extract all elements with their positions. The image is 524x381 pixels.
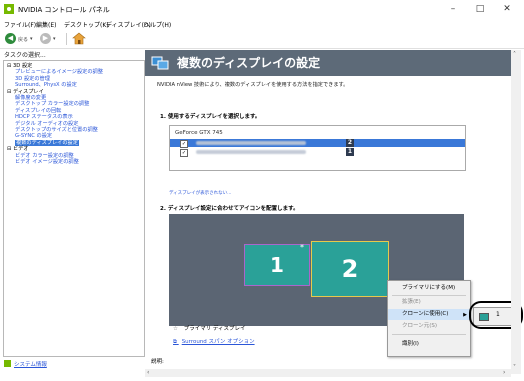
back-arrow-icon[interactable]: ◀ bbox=[5, 33, 16, 44]
forward-dropdown-icon[interactable]: ▾ bbox=[53, 36, 56, 42]
primary-display-label: プライマリ ディスプレイ bbox=[183, 326, 246, 332]
menu-desktop[interactable]: デスクトップ(K) bbox=[64, 20, 109, 29]
close-button[interactable]: ✕ bbox=[494, 2, 520, 16]
display-1-name bbox=[196, 150, 306, 154]
menu-edit[interactable]: 編集(E) bbox=[36, 20, 56, 29]
display-2-name bbox=[196, 141, 306, 145]
system-info-link[interactable]: システム情報 bbox=[14, 360, 47, 368]
toolbar-separator bbox=[66, 33, 67, 45]
primary-star: * bbox=[300, 243, 304, 252]
display-1-number: 1 bbox=[346, 148, 354, 156]
display-list: GeForce GTX 745 ✓ 2 ✓ 1 bbox=[169, 125, 466, 171]
section-select-displays: 1. 使用するディスプレイを選択します。 bbox=[160, 114, 261, 120]
vertical-scrollbar[interactable]: ˄ ˅ bbox=[511, 50, 521, 374]
page-title: 複数のディスプレイの設定 bbox=[177, 56, 321, 70]
menu-help[interactable]: ヘルプ(H) bbox=[144, 20, 171, 29]
scroll-left-icon[interactable]: ‹ bbox=[147, 369, 149, 376]
context-menu: プライマリにする(M) 拡張(E) クローンに使用(C) クローン元(S) 識別… bbox=[387, 280, 471, 357]
scroll-up-icon[interactable]: ˄ bbox=[513, 51, 516, 58]
display-row-2[interactable]: ✓ 2 bbox=[170, 139, 465, 148]
back-dropdown-icon[interactable]: ▾ bbox=[30, 36, 33, 42]
display-2-number: 2 bbox=[346, 139, 354, 147]
menu-separator bbox=[392, 334, 466, 335]
title-bar: NVIDIA コントロール パネル – □ ✕ bbox=[0, 0, 524, 18]
menu-use-clone[interactable]: クローンに使用(C) bbox=[388, 309, 470, 320]
menu-bar: ファイル(F) 編集(E) デスクトップ(K) ディスプレイ(D) ヘルプ(H) bbox=[0, 18, 524, 30]
multi-display-icon bbox=[151, 56, 169, 70]
menu-make-primary[interactable]: プライマリにする(M) bbox=[388, 283, 470, 294]
surround-options-link[interactable]: ⧉ Surround スパン オプション bbox=[173, 337, 255, 346]
primary-legend: ☆ プライマリ ディスプレイ bbox=[173, 324, 246, 332]
page-header: 複数のディスプレイの設定 bbox=[145, 50, 511, 76]
back-label[interactable]: 戻る bbox=[18, 36, 28, 43]
maximize-button[interactable]: □ bbox=[467, 2, 493, 16]
system-info-icon[interactable] bbox=[4, 360, 11, 367]
horizontal-scrollbar[interactable]: ‹ › bbox=[145, 369, 511, 377]
display-2-checkbox[interactable]: ✓ bbox=[180, 140, 188, 148]
section-arrange-icons: 2. ディスプレイ設定に合わせてアイコンを配置します。 bbox=[160, 206, 299, 212]
display-1-checkbox[interactable]: ✓ bbox=[180, 149, 188, 157]
display-row-1[interactable]: ✓ 1 bbox=[170, 148, 465, 157]
surround-link-label[interactable]: Surround スパン オプション bbox=[182, 339, 255, 345]
submenu-arrow-icon: ▶ bbox=[463, 312, 467, 318]
menu-clone-source[interactable]: クローン元(S) bbox=[388, 321, 470, 332]
surround-icon: ⧉ bbox=[173, 339, 177, 345]
star-outline-icon: ☆ bbox=[173, 326, 178, 332]
gpu-name: GeForce GTX 745 bbox=[175, 130, 223, 136]
page-description: NVIDIA nView 技術により、複数のディスプレイを使用する方法を指定でき… bbox=[157, 82, 349, 88]
menu-extend[interactable]: 拡張(E) bbox=[388, 297, 470, 308]
missing-display-link[interactable]: ディスプレイが表示されない... bbox=[169, 190, 231, 196]
monitor-2[interactable]: 2 bbox=[311, 241, 389, 297]
home-icon[interactable] bbox=[72, 32, 86, 45]
task-tree: ⊟ 3D 設定 プレビューによるイメージ設定の調整 3D 設定の管理 Surround… bbox=[3, 60, 145, 357]
scroll-down-icon[interactable]: ˅ bbox=[513, 364, 516, 371]
menu-file[interactable]: ファイル(F) bbox=[4, 20, 36, 29]
forward-arrow-icon[interactable]: ▶ bbox=[40, 33, 51, 44]
tree-task-link[interactable]: ビデオ イメージ設定の調整 bbox=[15, 159, 79, 166]
menu-separator bbox=[392, 295, 466, 296]
explanation-label: 説明: bbox=[151, 359, 164, 365]
scroll-right-icon[interactable]: › bbox=[503, 369, 505, 376]
minimize-button[interactable]: – bbox=[440, 2, 466, 16]
toolbar: ◀ 戻る ▾ ▶ ▾ bbox=[0, 30, 524, 49]
nvidia-app-icon bbox=[4, 4, 14, 14]
window-title: NVIDIA コントロール パネル bbox=[18, 6, 110, 14]
menu-identify[interactable]: 識別(I) bbox=[388, 339, 470, 350]
task-pane-label: タスクの選択... bbox=[4, 52, 46, 59]
